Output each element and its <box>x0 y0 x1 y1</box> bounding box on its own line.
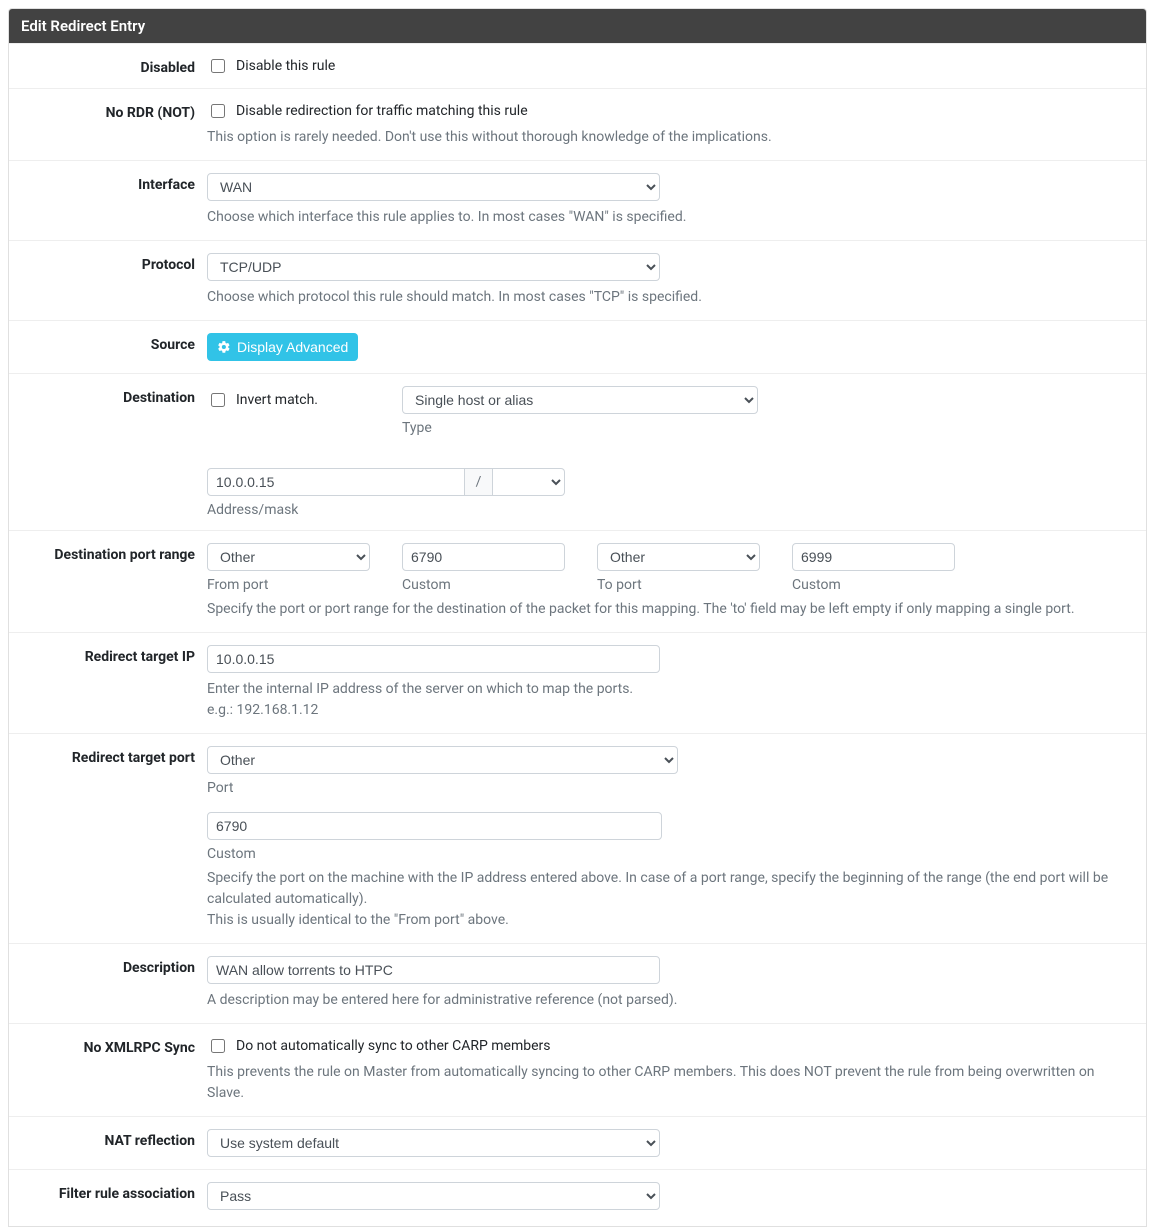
dport-help: Specify the port or port range for the d… <box>207 599 1132 620</box>
dport-from-label: From port <box>207 577 370 593</box>
rtport-select[interactable]: Other <box>207 746 678 774</box>
nordr-checkbox-wrapper[interactable]: Disable redirection for traffic matching… <box>207 101 1132 121</box>
label-protocol: Protocol <box>17 253 207 273</box>
label-dport: Destination port range <box>17 543 207 563</box>
rtip-help1: Enter the internal IP address of the ser… <box>207 679 1132 700</box>
interface-select[interactable]: WAN <box>207 173 660 201</box>
protocol-select[interactable]: TCP/UDP <box>207 253 660 281</box>
row-noxmlrpc: No XMLRPC Sync Do not automatically sync… <box>9 1023 1146 1116</box>
dport-from-custom-label: Custom <box>402 577 565 593</box>
dest-address-label: Address/mask <box>207 502 565 518</box>
panel-title: Edit Redirect Entry <box>9 9 1146 43</box>
row-rtport: Redirect target port Other Port Custom S… <box>9 733 1146 943</box>
rtport-custom-input[interactable] <box>207 812 662 840</box>
display-advanced-label: Display Advanced <box>237 339 348 355</box>
filterassoc-select[interactable]: Pass <box>207 1182 660 1210</box>
dest-invert-checkbox[interactable] <box>211 393 225 407</box>
row-nordr: No RDR (NOT) Disable redirection for tra… <box>9 88 1146 160</box>
noxmlrpc-checkbox-wrapper[interactable]: Do not automatically sync to other CARP … <box>207 1036 1132 1056</box>
row-source: Source Display Advanced <box>9 320 1146 373</box>
disabled-checkbox[interactable] <box>211 59 225 73</box>
natrefl-select[interactable]: Use system default <box>207 1129 660 1157</box>
label-interface: Interface <box>17 173 207 193</box>
noxmlrpc-checkbox[interactable] <box>211 1039 225 1053</box>
row-disabled: Disabled Disable this rule <box>9 43 1146 88</box>
row-interface: Interface WAN Choose which interface thi… <box>9 160 1146 240</box>
display-advanced-button[interactable]: Display Advanced <box>207 333 358 361</box>
label-nordr: No RDR (NOT) <box>17 101 207 121</box>
label-rtport: Redirect target port <box>17 746 207 766</box>
rtport-custom-label: Custom <box>207 846 662 862</box>
dport-to-label: To port <box>597 577 760 593</box>
rtip-help2: e.g.: 192.168.1.12 <box>207 700 1132 721</box>
nordr-checkbox[interactable] <box>211 104 225 118</box>
row-rtip: Redirect target IP Enter the internal IP… <box>9 632 1146 733</box>
label-rtip: Redirect target IP <box>17 645 207 665</box>
rtport-help2: This is usually identical to the "From p… <box>207 910 1132 931</box>
row-description: Description A description may be entered… <box>9 943 1146 1023</box>
noxmlrpc-checkbox-label: Do not automatically sync to other CARP … <box>236 1038 551 1054</box>
row-dport: Destination port range Other From port C… <box>9 530 1146 632</box>
rtport-port-label: Port <box>207 780 678 796</box>
dest-address-input[interactable] <box>207 468 465 496</box>
edit-redirect-panel: Edit Redirect Entry Disabled Disable thi… <box>8 8 1147 1227</box>
label-disabled: Disabled <box>17 56 207 76</box>
protocol-help: Choose which protocol this rule should m… <box>207 287 1132 308</box>
dest-mask-select[interactable] <box>493 468 565 496</box>
row-filterassoc: Filter rule association Pass <box>9 1169 1146 1226</box>
label-source: Source <box>17 333 207 353</box>
gear-icon <box>217 340 231 354</box>
dest-type-select[interactable]: Single host or alias <box>402 386 758 414</box>
row-destination: Destination Invert match. Single host or… <box>9 373 1146 530</box>
dest-type-label: Type <box>402 420 758 436</box>
dport-from-custom-input[interactable] <box>402 543 565 571</box>
label-description: Description <box>17 956 207 976</box>
label-noxmlrpc: No XMLRPC Sync <box>17 1036 207 1056</box>
description-help: A description may be entered here for ad… <box>207 990 1132 1011</box>
dest-invert-label: Invert match. <box>236 392 318 408</box>
dport-to-custom-label: Custom <box>792 577 955 593</box>
label-destination: Destination <box>17 386 207 406</box>
dest-invert-wrapper[interactable]: Invert match. <box>207 386 370 414</box>
nordr-help: This option is rarely needed. Don't use … <box>207 127 1132 148</box>
interface-help: Choose which interface this rule applies… <box>207 207 1132 228</box>
dport-from-select[interactable]: Other <box>207 543 370 571</box>
rtport-help1: Specify the port on the machine with the… <box>207 868 1132 910</box>
nordr-checkbox-label: Disable redirection for traffic matching… <box>236 103 528 119</box>
label-natrefl: NAT reflection <box>17 1129 207 1149</box>
disabled-checkbox-label: Disable this rule <box>236 58 335 74</box>
row-protocol: Protocol TCP/UDP Choose which protocol t… <box>9 240 1146 320</box>
noxmlrpc-help: This prevents the rule on Master from au… <box>207 1062 1132 1104</box>
dport-to-custom-input[interactable] <box>792 543 955 571</box>
dport-to-select[interactable]: Other <box>597 543 760 571</box>
description-input[interactable] <box>207 956 660 984</box>
disabled-checkbox-wrapper[interactable]: Disable this rule <box>207 56 1132 76</box>
row-natrefl: NAT reflection Use system default <box>9 1116 1146 1169</box>
label-filterassoc: Filter rule association <box>17 1182 207 1202</box>
slash-label: / <box>465 468 493 496</box>
rtip-input[interactable] <box>207 645 660 673</box>
